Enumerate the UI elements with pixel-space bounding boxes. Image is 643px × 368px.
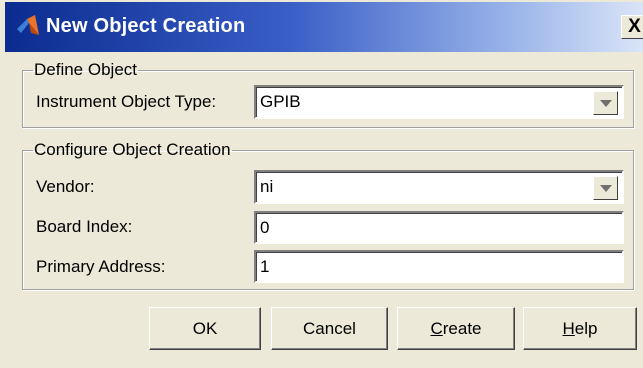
primary-address-label: Primary Address: <box>36 257 166 276</box>
board-index-label: Board Index: <box>36 217 133 236</box>
create-label-rest: reate <box>442 319 482 338</box>
create-mnemonic: C <box>430 319 443 338</box>
close-button[interactable]: X <box>621 15 643 39</box>
cancel-button[interactable]: Cancel <box>271 307 388 350</box>
vendor-value: ni <box>260 177 274 196</box>
title-bar[interactable]: New Object Creation X <box>5 2 643 52</box>
dialog-window: New Object Creation X Define Object Inst… <box>0 0 643 368</box>
chevron-down-icon <box>600 100 612 107</box>
chevron-down-icon <box>600 185 612 192</box>
help-label-rest: elp <box>574 319 598 338</box>
instrument-type-dropdown-button[interactable] <box>593 91 618 115</box>
configure-object-legend: Configure Object Creation <box>34 140 231 159</box>
window-title: New Object Creation <box>46 15 246 37</box>
vendor-select[interactable]: ni <box>254 170 624 204</box>
primary-address-input[interactable]: 1 <box>254 250 624 283</box>
board-index-value: 0 <box>260 218 270 237</box>
board-index-input[interactable]: 0 <box>254 211 624 244</box>
primary-address-value: 1 <box>260 257 270 276</box>
matlab-logo-icon <box>17 15 39 35</box>
help-button-label: Help <box>563 319 598 338</box>
ok-button-label: OK <box>192 319 218 338</box>
create-button-label: Create <box>430 319 481 338</box>
define-object-legend: Define Object <box>34 60 137 79</box>
close-icon: X <box>628 16 641 37</box>
instrument-type-select[interactable]: GPIB <box>254 85 624 119</box>
instrument-type-label: Instrument Object Type: <box>36 92 217 111</box>
vendor-dropdown-button[interactable] <box>593 176 618 200</box>
ok-button[interactable]: OK <box>149 307 261 350</box>
help-button[interactable]: Help <box>523 307 637 350</box>
cancel-button-label: Cancel <box>303 319 356 338</box>
help-mnemonic: H <box>562 319 575 338</box>
create-button[interactable]: Create <box>397 307 515 350</box>
instrument-type-value: GPIB <box>260 92 301 111</box>
vendor-label: Vendor: <box>36 177 95 196</box>
